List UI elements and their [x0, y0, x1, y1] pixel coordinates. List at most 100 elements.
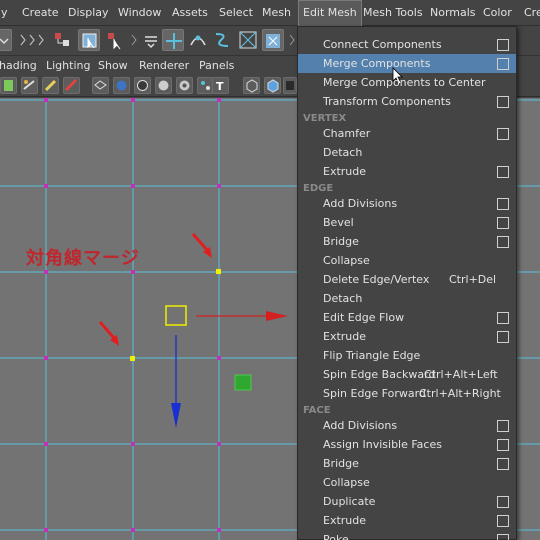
- shortcut-label: Ctrl+Del: [449, 273, 497, 286]
- menu-mesh-tools[interactable]: Mesh Tools: [363, 0, 423, 26]
- select-by-component-icon[interactable]: [104, 29, 126, 51]
- xray-joints-icon[interactable]: [283, 77, 297, 94]
- menu-item-spin-edge-backward[interactable]: Spin Edge Backward Ctrl+Alt+Left: [298, 365, 516, 384]
- menu-display[interactable]: Display: [68, 0, 109, 26]
- menu-item-merge-components[interactable]: Merge Components: [298, 54, 516, 85]
- option-box-icon[interactable]: [497, 128, 509, 140]
- menu-item-collapse-face[interactable]: Collapse: [298, 473, 516, 492]
- arrow-down-icon[interactable]: [171, 403, 181, 428]
- isolate-select-icon[interactable]: [243, 77, 260, 94]
- grid-toggle-icon[interactable]: [63, 77, 80, 94]
- option-box-icon[interactable]: [497, 534, 509, 540]
- menu-item-bridge-edge[interactable]: Bridge: [298, 232, 516, 251]
- option-box-icon[interactable]: [497, 496, 509, 508]
- menu-truncated[interactable]: y: [1, 0, 8, 26]
- panel-menu-lighting[interactable]: Lighting: [46, 56, 90, 75]
- snap-menu-icon[interactable]: [140, 29, 162, 51]
- panel-menu-panels[interactable]: Panels: [199, 56, 234, 75]
- option-box-icon[interactable]: [497, 39, 509, 51]
- text-toggle-icon[interactable]: T: [212, 77, 229, 94]
- menu-item-spin-edge-forward[interactable]: Spin Edge Forward Ctrl+Alt+Right: [298, 384, 516, 403]
- panel-menu-renderer[interactable]: Renderer: [139, 56, 189, 75]
- collapse-arrows-icon[interactable]: [18, 29, 48, 51]
- wireframe-on-shaded-icon[interactable]: [134, 77, 151, 94]
- bookmark-icon[interactable]: [0, 77, 17, 94]
- move-manipulator[interactable]: [165, 305, 288, 428]
- mode-dropdown[interactable]: [0, 29, 12, 51]
- more-icon[interactable]: [287, 29, 297, 51]
- menu-create[interactable]: Create: [22, 0, 59, 26]
- menu-item-bevel[interactable]: Bevel: [298, 213, 516, 232]
- edit-mesh-dropdown: Connect Components Merge Components Merg…: [297, 26, 517, 540]
- selected-vertex[interactable]: [130, 356, 135, 361]
- option-box-icon[interactable]: [497, 331, 509, 343]
- default-material-icon[interactable]: [155, 77, 172, 94]
- svg-text:T: T: [216, 80, 224, 93]
- manipulator-center-handle[interactable]: [165, 305, 187, 326]
- menu-item-detach-edge[interactable]: Detach: [298, 289, 516, 308]
- arrow-right-icon[interactable]: [266, 311, 288, 321]
- select-by-object-icon[interactable]: [78, 29, 100, 51]
- panel-menu-show[interactable]: Show: [98, 56, 128, 75]
- option-box-icon[interactable]: [497, 217, 509, 229]
- menu-mesh[interactable]: Mesh: [262, 0, 291, 26]
- separator-icon: [130, 29, 138, 51]
- menu-item-duplicate[interactable]: Duplicate: [298, 492, 516, 511]
- menu-item-collapse-edge[interactable]: Collapse: [298, 251, 516, 270]
- menu-color[interactable]: Color: [483, 0, 512, 26]
- option-box-icon[interactable]: [497, 458, 509, 470]
- menu-create-truncated[interactable]: Cre: [524, 0, 540, 26]
- annotation-label: 対角線マージ: [26, 248, 140, 269]
- menu-item-edit-edge-flow[interactable]: Edit Edge Flow: [298, 308, 516, 327]
- callout-arrow-icon: [98, 321, 119, 346]
- option-box-icon[interactable]: [497, 198, 509, 210]
- smooth-shade-icon[interactable]: [113, 77, 130, 94]
- snap-to-view-plane-icon[interactable]: [237, 29, 259, 51]
- snap-to-curve-icon[interactable]: [187, 29, 209, 51]
- menu-item-chamfer[interactable]: Chamfer: [298, 124, 516, 143]
- snap-to-grid-icon[interactable]: [162, 29, 184, 51]
- shortcut-label: Ctrl+Alt+Right: [419, 387, 501, 400]
- panel-menu-shading[interactable]: hading: [0, 56, 37, 75]
- xray-icon[interactable]: [264, 77, 281, 94]
- menu-edit-mesh[interactable]: Edit Mesh: [298, 0, 362, 26]
- menu-item-poke[interactable]: Poke: [298, 530, 516, 540]
- menu-item-add-divisions-edge[interactable]: Add Divisions: [298, 194, 516, 213]
- menu-item-detach-vertex[interactable]: Detach: [298, 143, 516, 162]
- menu-item-extrude-edge[interactable]: Extrude: [298, 327, 516, 346]
- selected-vertex[interactable]: [216, 269, 221, 274]
- option-box-icon[interactable]: [497, 58, 509, 70]
- option-box-icon[interactable]: [497, 420, 509, 432]
- option-box-icon[interactable]: [497, 515, 509, 527]
- textured-icon[interactable]: [176, 77, 193, 94]
- option-box-icon[interactable]: [497, 312, 509, 324]
- option-box-icon[interactable]: [497, 96, 509, 108]
- menu-item-assign-invisible-faces[interactable]: Assign Invisible Faces: [298, 435, 516, 454]
- menu-normals[interactable]: Normals: [430, 0, 476, 26]
- menu-item-add-divisions-face[interactable]: Add Divisions: [298, 416, 516, 435]
- menu-item-transform-components[interactable]: Transform Components: [298, 92, 516, 111]
- option-box-icon[interactable]: [497, 236, 509, 248]
- select-by-hierarchy-icon[interactable]: [52, 29, 74, 51]
- menu-item-delete-edge-vertex[interactable]: Delete Edge/Vertex Ctrl+Del: [298, 270, 516, 289]
- menu-item-extrude-face[interactable]: Extrude: [298, 511, 516, 530]
- axis-hint: ·: [293, 530, 295, 538]
- wireframe-icon[interactable]: [92, 77, 109, 94]
- plane-handle-icon[interactable]: [234, 374, 252, 391]
- menu-item-extrude-vertex[interactable]: Extrude: [298, 162, 516, 181]
- camera-attributes-icon[interactable]: [21, 77, 38, 94]
- image-plane-icon[interactable]: [42, 77, 59, 94]
- menu-item-bridge-face[interactable]: Bridge: [298, 454, 516, 473]
- menu-assets[interactable]: Assets: [172, 0, 208, 26]
- main-menubar: y Create Display Window Assets Select Me…: [0, 0, 540, 26]
- menu-select[interactable]: Select: [219, 0, 253, 26]
- chevron-down-icon: [0, 38, 9, 45]
- option-box-icon[interactable]: [497, 439, 509, 451]
- menu-item-flip-triangle-edge[interactable]: Flip Triangle Edge: [298, 346, 516, 365]
- menu-item-merge-components-to-center[interactable]: Merge Components to Center: [298, 73, 516, 92]
- menu-item-connect-components[interactable]: Connect Components: [298, 35, 516, 54]
- snap-to-edge-icon[interactable]: [211, 29, 233, 51]
- option-box-icon[interactable]: [497, 166, 509, 178]
- snap-to-point-icon[interactable]: [262, 29, 284, 51]
- menu-window[interactable]: Window: [118, 0, 161, 26]
